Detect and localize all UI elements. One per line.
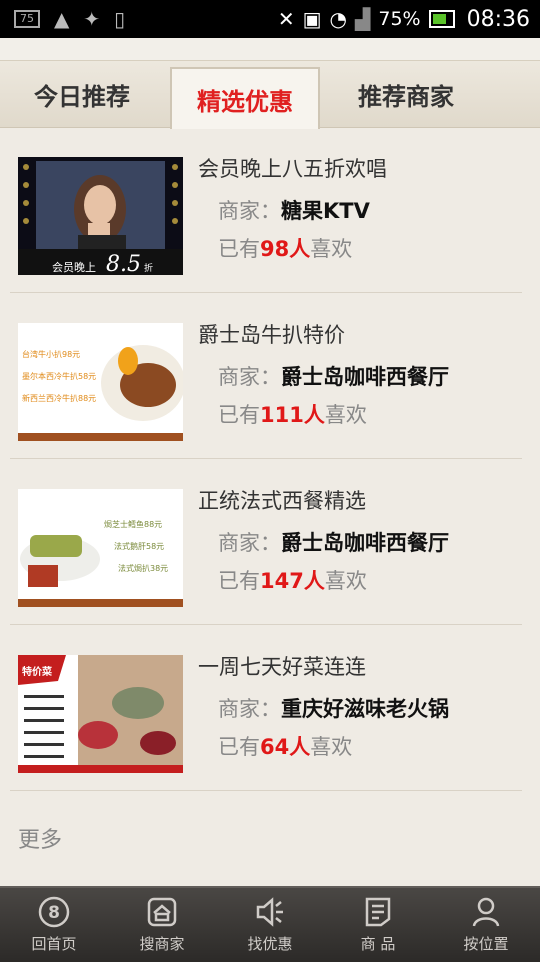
thumb-text: 会员晚上 bbox=[52, 261, 96, 274]
phone-icon: ▯ bbox=[114, 7, 126, 31]
deal-merchant: 商家：重庆好滋味老火锅 bbox=[218, 697, 449, 721]
merchant-name[interactable]: 糖果KTV bbox=[281, 199, 370, 223]
battery-percent: 75% bbox=[378, 8, 421, 30]
deal-title: 一周七天好菜连连 bbox=[198, 655, 366, 679]
tab-bar: 今日推荐 精选优惠 推荐商家 bbox=[0, 60, 540, 129]
nav-search-merchants[interactable]: 搜商家 bbox=[108, 888, 216, 962]
deal-merchant: 商家：爵士岛咖啡西餐厅 bbox=[218, 365, 449, 389]
speaker-icon bbox=[256, 897, 283, 927]
deal-thumbnail: 特价菜 bbox=[18, 655, 183, 773]
deal-thumbnail: 焗芝士鳕鱼88元 法式鹅肝58元 法式焗扒38元 bbox=[18, 489, 183, 607]
deal-thumbnail: 会员晚上 8.5 折 bbox=[18, 157, 183, 275]
svg-text:折: 折 bbox=[144, 262, 153, 274]
bottom-nav: 8 回首页 搜商家 找优惠 商 品 按位置 bbox=[0, 886, 540, 962]
tab-featured-deals[interactable]: 精选优惠 bbox=[170, 67, 320, 129]
svg-text:8.5: 8.5 bbox=[106, 252, 141, 275]
wifi-icon: ◔ bbox=[329, 7, 347, 31]
nav-products[interactable]: 商 品 bbox=[324, 888, 432, 962]
merchant-name[interactable]: 爵士岛咖啡西餐厅 bbox=[281, 365, 449, 389]
deal-likes: 已有147人喜欢 bbox=[218, 569, 367, 593]
tab-today-recommend[interactable]: 今日推荐 bbox=[0, 61, 164, 127]
battery-icon bbox=[428, 10, 455, 28]
svg-text:墨尔本西冷牛扒58元: 墨尔本西冷牛扒58元 bbox=[22, 371, 96, 381]
svg-text:焗芝士鳕鱼88元: 焗芝士鳕鱼88元 bbox=[104, 519, 162, 529]
bluetooth-off-icon: ✕ bbox=[277, 7, 295, 31]
pin-icon: ✦ bbox=[83, 7, 101, 31]
deal-merchant: 商家：爵士岛咖啡西餐厅 bbox=[218, 531, 449, 555]
clock: 08:36 bbox=[466, 6, 530, 32]
tab-recommended-merchants[interactable]: 推荐商家 bbox=[322, 61, 490, 127]
svg-text:台湾牛小扒98元: 台湾牛小扒98元 bbox=[22, 349, 80, 359]
deal-item[interactable]: 会员晚上 8.5 折 会员晚上八五折欢唱 商家：糖果KTV 已有98人喜欢 bbox=[0, 127, 540, 293]
divider bbox=[10, 790, 522, 791]
nav-label: 搜商家 bbox=[139, 935, 185, 953]
person-icon bbox=[472, 897, 500, 927]
notification-box-icon: 75 bbox=[14, 10, 40, 28]
nav-label: 回首页 bbox=[31, 935, 77, 953]
nav-by-location[interactable]: 按位置 bbox=[432, 888, 540, 962]
merchant-name[interactable]: 重庆好滋味老火锅 bbox=[281, 697, 449, 721]
header-spacer bbox=[0, 38, 540, 60]
deal-list: 会员晚上 8.5 折 会员晚上八五折欢唱 商家：糖果KTV 已有98人喜欢 台湾… bbox=[0, 127, 540, 791]
deal-title: 正统法式西餐精选 bbox=[198, 489, 366, 513]
merchant-name[interactable]: 爵士岛咖啡西餐厅 bbox=[281, 531, 449, 555]
signal-icon: ▟ bbox=[354, 7, 371, 31]
document-icon bbox=[365, 897, 391, 927]
more-link[interactable]: 更多 bbox=[18, 822, 62, 854]
nav-label: 找优惠 bbox=[247, 935, 293, 953]
svg-text:法式鹅肝58元: 法式鹅肝58元 bbox=[114, 541, 164, 551]
nav-label: 按位置 bbox=[463, 935, 509, 953]
deal-likes: 已有98人喜欢 bbox=[218, 237, 353, 261]
svg-text:新西兰西冷牛扒88元: 新西兰西冷牛扒88元 bbox=[22, 393, 96, 403]
svg-text:法式焗扒38元: 法式焗扒38元 bbox=[118, 563, 168, 573]
home-8-icon: 8 bbox=[38, 896, 70, 928]
deal-item[interactable]: 焗芝士鳕鱼88元 法式鹅肝58元 法式焗扒38元 正统法式西餐精选 商家：爵士岛… bbox=[0, 459, 540, 625]
nav-label: 商 品 bbox=[360, 935, 396, 953]
deal-likes: 已有64人喜欢 bbox=[218, 735, 353, 759]
deal-item[interactable]: 特价菜 一周七天好菜连连 商家：重庆好滋味老火锅 已有64人喜欢 bbox=[0, 625, 540, 791]
nav-home[interactable]: 8 回首页 bbox=[0, 888, 108, 962]
navigation-arrow-icon: ▲ bbox=[54, 7, 70, 31]
deal-item[interactable]: 台湾牛小扒98元 墨尔本西冷牛扒58元 新西兰西冷牛扒88元 爵士岛牛扒特价 商… bbox=[0, 293, 540, 459]
deal-title: 会员晚上八五折欢唱 bbox=[198, 157, 387, 181]
status-bar: 75 ▲ ✦ ▯ ✕ ▣ ◔ ▟ 75% 08:36 bbox=[0, 0, 540, 38]
shop-icon bbox=[147, 897, 177, 927]
deal-thumbnail: 台湾牛小扒98元 墨尔本西冷牛扒58元 新西兰西冷牛扒88元 bbox=[18, 323, 183, 441]
sim-icon: ▣ bbox=[302, 7, 322, 31]
svg-text:特价菜: 特价菜 bbox=[22, 665, 53, 678]
nav-find-deals[interactable]: 找优惠 bbox=[216, 888, 324, 962]
svg-text:8: 8 bbox=[48, 903, 60, 923]
deal-likes: 已有111人喜欢 bbox=[218, 403, 367, 427]
deal-merchant: 商家：糖果KTV bbox=[218, 199, 370, 223]
deal-title: 爵士岛牛扒特价 bbox=[198, 323, 345, 347]
